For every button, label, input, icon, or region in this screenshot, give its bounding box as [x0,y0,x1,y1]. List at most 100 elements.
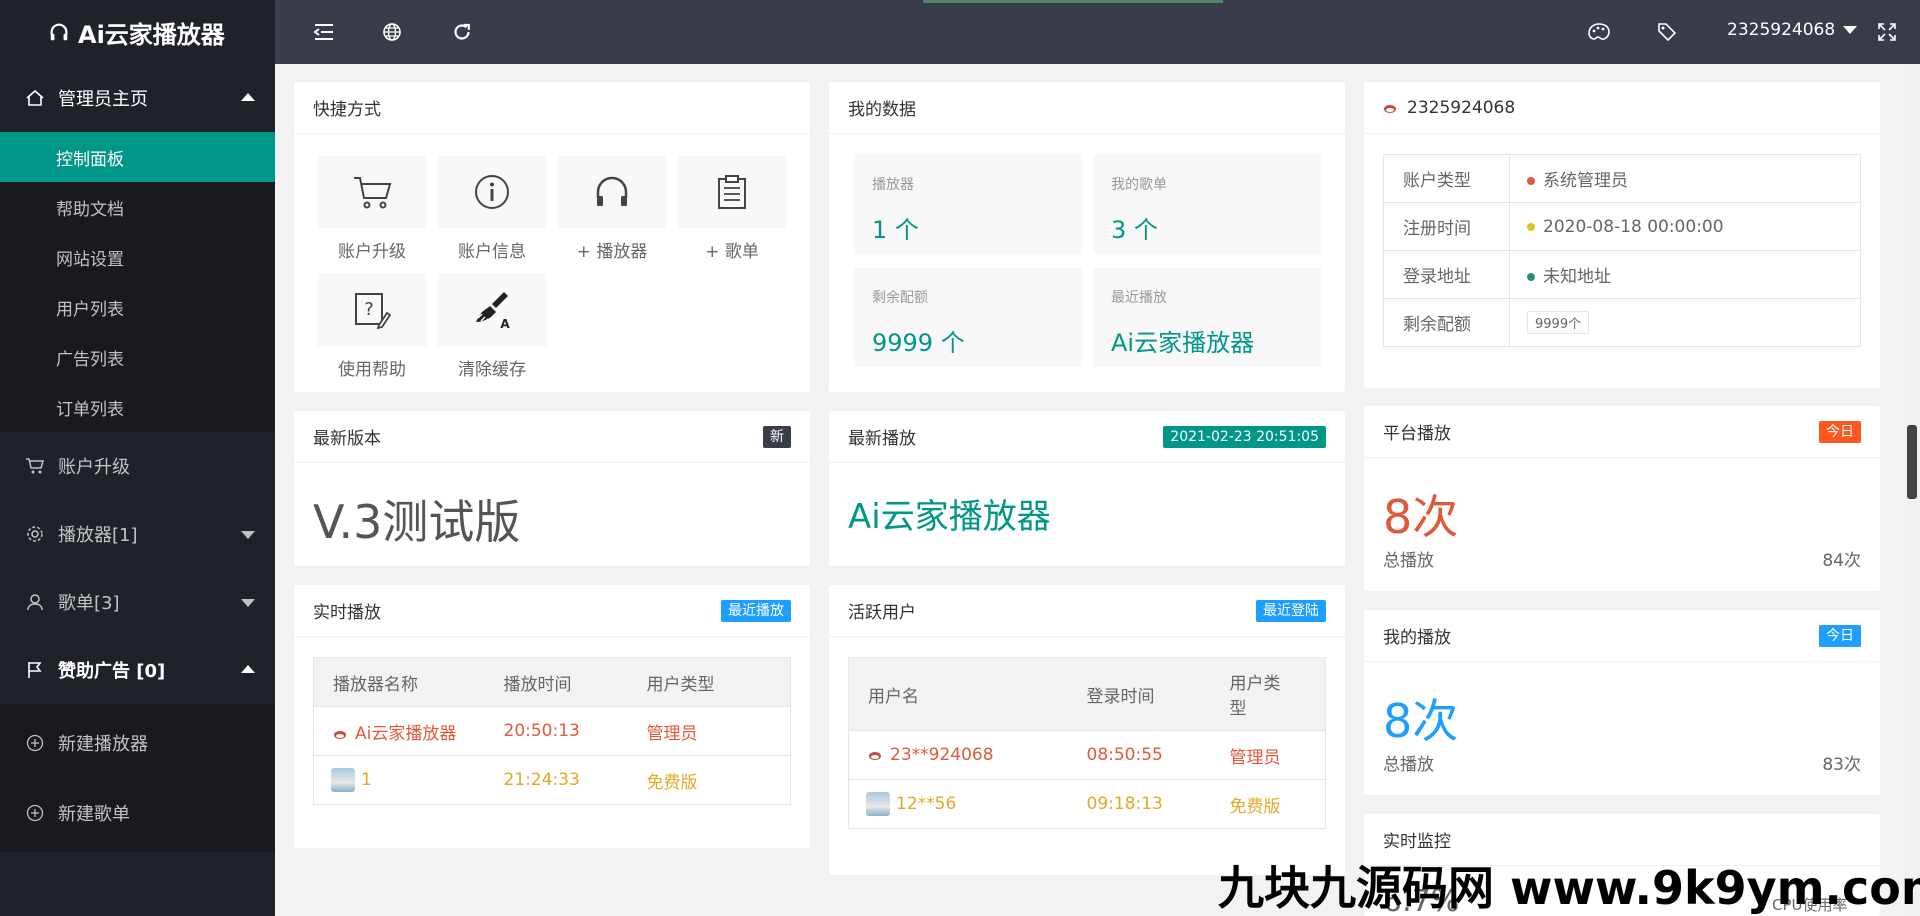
monitor-title: 实时监控 [1383,832,1451,852]
shortcut-add-songlist-box [678,155,786,229]
active-users-card: 活跃用户 最近登陆 用户名 登录时间 用户类型 23**924068 08:50… [829,585,1345,875]
status-dot-icon [1527,273,1535,281]
mydata-players[interactable]: 播放器 1 个 [854,154,1082,254]
latest-play-header: 最新播放 2021-02-23 20:51:05 [829,411,1345,463]
row-username: 23**924068 [890,745,994,765]
theme-button[interactable] [1587,20,1611,44]
refresh-button[interactable] [450,20,474,44]
website-button[interactable] [380,20,404,44]
sidebar-item-dashboard[interactable]: 控制面板 [0,132,275,182]
row-username: 12**56 [896,794,957,814]
recent-login-badge: 最近登陆 [1256,600,1326,622]
nav-players[interactable]: 播放器[1] [0,500,275,568]
realtime-title: 实时播放 [313,603,381,623]
mydata-quota-value: 9999 个 [872,329,965,357]
account-row-type: 账户类型 系统管理员 [1383,154,1861,203]
sidebar-item-new-player[interactable]: 新建播放器 [0,708,275,778]
shortcut-add-songlist[interactable]: + 歌单 [678,155,786,262]
table-row[interactable]: 12**56 09:18:13 免费版 [848,779,1326,829]
table-header-row: 播放器名称 播放时间 用户类型 [313,657,791,707]
row-user-type: 管理员 [1229,730,1326,780]
sidebar-item-user-list[interactable]: 用户列表 [0,282,275,332]
account-regtime-key: 注册时间 [1383,202,1510,251]
shortcut-account-info[interactable]: 账户信息 [438,155,546,262]
scrollbar-thumb[interactable] [1907,425,1917,499]
mydata-songlists[interactable]: 我的歌单 3 个 [1093,154,1321,254]
sidebar-item-new-songlist-label: 新建歌单 [58,804,130,825]
sidebar-item-new-songlist[interactable]: 新建歌单 [0,778,275,848]
table-row[interactable]: Ai云家播放器 20:50:13 管理员 [313,706,791,756]
ads-subnav: 新建播放器 新建歌单 [0,704,275,852]
row-login-time: 08:50:55 [1086,730,1230,780]
mydata-recent-label: 最近播放 [1111,290,1167,306]
plus-circle-icon [24,732,46,754]
recent-play-badge: 最近播放 [721,600,791,622]
shortcut-clear-cache-label: 清除缓存 [458,360,526,380]
table-row[interactable]: 1 21:24:33 免费版 [313,755,791,805]
row-login-time: 09:18:13 [1086,779,1230,829]
sidebar-item-site-settings[interactable]: 网站设置 [0,232,275,282]
shortcut-upgrade[interactable]: 账户升级 [318,155,426,262]
help-edit-icon: ? [355,293,391,329]
home-icon [24,87,46,109]
col-user-type: 用户类型 [1229,657,1326,731]
status-dot-icon [1527,177,1535,185]
col-user-type: 用户类型 [646,657,791,707]
realtime-card: 实时播放 最近播放 播放器名称 播放时间 用户类型 Ai云家播放器 20:50:… [294,585,810,848]
mydata-recent-value: Ai云家播放器 [1111,329,1255,357]
shortcut-help-box: ? [318,273,426,347]
shortcut-add-songlist-label: + 歌单 [705,242,759,262]
fullscreen-icon [1878,23,1896,41]
mydata-quota[interactable]: 剩余配额 9999 个 [854,267,1082,367]
nav-songlists[interactable]: 歌单[3] [0,568,275,636]
shortcut-add-player[interactable]: + 播放器 [558,155,666,262]
account-location-key: 登录地址 [1383,250,1510,299]
shortcut-help[interactable]: ? 使用帮助 [318,273,426,380]
latest-play-time-badge: 2021-02-23 20:51:05 [1163,426,1326,448]
top-header: 2325924068 [275,0,1920,64]
new-badge: 新 [763,426,791,448]
platform-play-card: 平台播放 今日 8次 总播放 84次 [1364,406,1880,591]
platform-total-value: 84次 [1822,551,1861,571]
sidebar-item-order-list[interactable]: 订单列表 [0,382,275,432]
latest-play-value[interactable]: Ai云家播放器 [848,489,1051,538]
cart-icon [24,455,46,477]
admin-subnav: 控制面板 帮助文档 网站设置 用户列表 广告列表 订单列表 [0,132,275,432]
shortcut-account-info-label: 账户信息 [458,242,526,262]
quota-tag: 9999个 [1527,311,1590,334]
watermark-text: 九块九源码网 www.9k9ym.com [1218,861,1920,915]
shortcuts-title: 快捷方式 [294,82,810,134]
shortcut-upgrade-label: 账户升级 [338,242,406,262]
row-user-type: 免费版 [1229,779,1326,829]
sidebar-item-new-player-label: 新建播放器 [58,734,148,755]
nav-admin-home-label: 管理员主页 [58,89,148,110]
sidebar-item-ad-list[interactable]: 广告列表 [0,332,275,382]
mydata-songlists-label: 我的歌单 [1111,177,1167,193]
table-row[interactable]: 23**924068 08:50:55 管理员 [848,730,1326,780]
header-username: 2325924068 [1727,20,1836,40]
table-header-row: 用户名 登录时间 用户类型 [848,657,1326,731]
my-play-header: 我的播放 今日 [1364,610,1880,662]
user-menu[interactable]: 2325924068 [1727,20,1858,40]
row-player-name: Ai云家播放器 [355,723,457,744]
row-player-name: 1 [361,770,372,790]
nav-admin-home[interactable]: 管理员主页 [0,64,275,132]
account-info-table: 账户类型 系统管理员 注册时间 2020-08-18 00:00:00 登录地址 未知… [1383,154,1861,347]
nav-players-label: 播放器[1] [58,525,138,546]
account-row-quota: 剩余配额 9999个 [1383,298,1861,347]
mydata-recent[interactable]: 最近播放 Ai云家播放器 [1093,267,1321,367]
menu-toggle-button[interactable] [312,20,336,44]
account-location-value: 未知地址 [1543,267,1611,287]
my-play-card: 我的播放 今日 8次 总播放 83次 [1364,610,1880,795]
clipboard-icon [718,175,746,209]
nav-upgrade[interactable]: 账户升级 [0,432,275,500]
nav-ads[interactable]: 赞助广告 [0] [0,636,275,704]
refresh-icon [454,23,470,40]
app-logo[interactable]: Ai云家播放器 [0,0,275,64]
tag-button[interactable] [1655,20,1679,44]
fullscreen-button[interactable] [1875,20,1899,44]
shortcut-clear-cache[interactable]: A 清除缓存 [438,273,546,380]
latest-play-card: 最新播放 2021-02-23 20:51:05 Ai云家播放器 [829,411,1345,566]
avatar [1384,104,1396,113]
sidebar-item-help-docs[interactable]: 帮助文档 [0,182,275,232]
